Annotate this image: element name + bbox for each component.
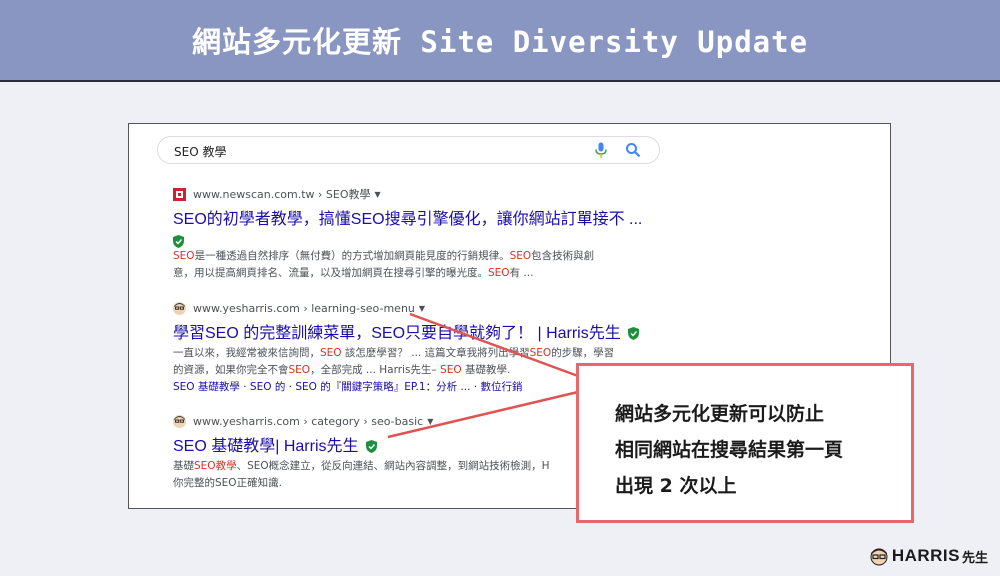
callout-line: 相同網站在搜尋結果第一頁: [615, 439, 844, 461]
result-cite[interactable]: www.yesharris.com › learning-seo-menu ▼: [173, 300, 653, 316]
banner-title: 網站多元化更新 Site Diversity Update: [191, 25, 809, 59]
keyword-highlight: SEO: [288, 364, 311, 376]
avatar-icon: [870, 548, 888, 566]
newscan-favicon-icon: [173, 187, 186, 201]
search-bar[interactable]: SEO 教學: [157, 136, 660, 164]
verified-shield-icon: [365, 440, 377, 454]
callout-line: 出現 2 次以上: [615, 475, 737, 497]
brand-name: HARRIS: [891, 546, 960, 565]
snippet-text: 包含技術與創: [531, 250, 595, 262]
snippet-text: 該怎麼學習？ ... 這篇文章我將列出學習: [341, 347, 530, 359]
keyword-highlight: SEO: [488, 267, 510, 279]
snippet-text: 基礎: [173, 460, 194, 472]
result-title-text[interactable]: 學習SEO 的完整訓練菜單，SEO只要自學就夠了！ | Harris先生: [173, 325, 621, 342]
keyword-highlight: SEO: [440, 364, 462, 376]
snippet-text: 的資源，如果你完全不會: [173, 364, 289, 376]
result-title[interactable]: SEO的初學者教學，搞懂SEO搜尋引擎優化，讓你網站訂單接不 ...: [173, 205, 653, 229]
snippet-text: 基礎教學.: [461, 364, 511, 376]
keyword-highlight: SEO: [529, 347, 552, 359]
banner: 網站多元化更新 Site Diversity Update: [0, 0, 1000, 82]
result-url: www.newscan.com.tw › SEO教學: [193, 188, 371, 201]
caret-down-icon[interactable]: ▼: [427, 417, 433, 426]
result-cite[interactable]: www.newscan.com.tw › SEO教學 ▼: [173, 186, 653, 202]
verified-shield-icon: [628, 327, 640, 341]
snippet-text: 的步驟，學習: [551, 347, 615, 359]
keyword-highlight: SEO: [320, 347, 342, 359]
callout-line: 網站多元化更新可以防止: [615, 403, 825, 425]
result-title-text[interactable]: SEO 基礎教學| Harris先生: [173, 438, 359, 455]
caret-down-icon[interactable]: ▼: [374, 190, 380, 199]
search-icon[interactable]: [625, 142, 641, 158]
mic-icon[interactable]: [595, 142, 607, 159]
avatar-favicon-icon: [173, 414, 186, 428]
search-result: www.newscan.com.tw › SEO教學 ▼ SEO的初學者教學，搞…: [173, 186, 653, 282]
snippet-text: 你完整的SEO正確知識.: [173, 477, 282, 489]
brand-logo: HARRIS 先生: [869, 546, 988, 566]
snippet-text: 是一種透過自然排序（無付費）的方式增加網頁能見度的行銷規律。: [194, 250, 510, 262]
snippet-text: 意，用以提高網頁排名、流量，以及增加網頁在搜尋引擎的曝光度。: [173, 267, 488, 279]
callout-box: 網站多元化更新可以防止 相同網站在搜尋結果第一頁 出現 2 次以上: [576, 363, 914, 523]
search-query[interactable]: SEO 教學: [174, 143, 226, 160]
result-title[interactable]: 學習SEO 的完整訓練菜單，SEO只要自學就夠了！ | Harris先生: [173, 319, 653, 343]
avatar-favicon-icon: [173, 301, 186, 315]
result-url: www.yesharris.com › category › seo-basic: [193, 414, 424, 428]
result-snippet: SEO是一種透過自然排序（無付費）的方式增加網頁能見度的行銷規律。SEO包含技術…: [173, 248, 653, 282]
snippet-text: 有 ...: [509, 267, 534, 279]
snippet-text: ，全部完成 ... Harris先生–: [310, 364, 441, 376]
keyword-highlight: SEO: [173, 250, 195, 262]
result-url: www.yesharris.com › learning-seo-menu: [193, 301, 415, 315]
snippet-text: 、SEO概念建立，從反向連結、網站內容調整，到網站技術檢測，H: [236, 460, 550, 472]
brand-suffix: 先生: [961, 550, 988, 566]
verified-shield-icon: [173, 234, 184, 248]
snippet-text: 一直以來，我經常被來信詢問，: [173, 347, 320, 359]
keyword-highlight: SEO教學: [194, 460, 237, 472]
keyword-highlight: SEO: [509, 250, 532, 262]
caret-down-icon[interactable]: ▼: [419, 304, 425, 313]
